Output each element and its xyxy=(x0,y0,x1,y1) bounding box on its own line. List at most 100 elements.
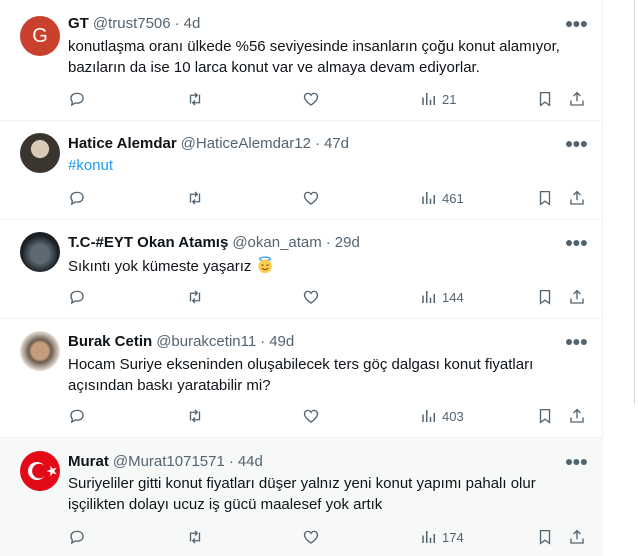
tweet-header: GT @trust7506 · 4d xyxy=(68,13,200,33)
bookmark-button[interactable] xyxy=(536,188,554,208)
bookmark-button[interactable] xyxy=(536,527,554,547)
retweet-button[interactable] xyxy=(186,89,204,109)
share-icon xyxy=(570,529,584,544)
tweet-text: konutlaşma oranı ülkede %56 seviyesinde … xyxy=(68,36,588,78)
avatar[interactable]: G xyxy=(20,16,60,56)
views-count: 403 xyxy=(442,408,464,424)
tweet-actions: 144 xyxy=(68,287,588,307)
reply-icon xyxy=(70,530,84,545)
retweet-icon xyxy=(189,92,201,106)
timestamp[interactable]: 44d xyxy=(238,453,263,470)
views-count: 21 xyxy=(442,91,457,107)
bookmark-button[interactable] xyxy=(536,406,554,426)
share-button[interactable] xyxy=(568,406,586,426)
author-handle[interactable]: @Murat1071571 xyxy=(113,453,225,470)
views-chart-icon xyxy=(422,291,435,303)
timestamp[interactable]: 29d xyxy=(335,234,360,251)
tweet-text-line: konutlaşma oranı ülkede %56 seviyesinde … xyxy=(68,38,560,55)
author-name[interactable]: T.C-#EYT Okan Atamış xyxy=(68,234,228,251)
bookmark-icon xyxy=(539,91,551,107)
author-handle[interactable]: @burakcetin11 xyxy=(156,333,256,350)
views-button[interactable]: 403 xyxy=(420,406,464,426)
like-button[interactable] xyxy=(302,287,320,307)
heart-icon xyxy=(303,530,319,544)
views-button[interactable]: 21 xyxy=(420,89,456,109)
like-button[interactable] xyxy=(302,89,320,109)
views-chart-icon xyxy=(422,192,435,204)
share-button[interactable] xyxy=(568,527,586,547)
tweet[interactable]: Burak Cetin @burakcetin11 · 49d ●●● Hoca… xyxy=(0,319,603,438)
views-button[interactable]: 144 xyxy=(420,287,464,307)
avatar[interactable] xyxy=(20,331,60,371)
more-options-icon[interactable]: ●●● xyxy=(565,232,588,252)
retweet-icon xyxy=(189,530,201,544)
author-name[interactable]: GT xyxy=(68,15,89,32)
heart-icon xyxy=(303,92,319,106)
share-button[interactable] xyxy=(568,89,586,109)
like-button[interactable] xyxy=(302,527,320,547)
more-options-icon[interactable]: ●●● xyxy=(565,331,588,351)
bookmark-button[interactable] xyxy=(536,89,554,109)
like-button[interactable] xyxy=(302,406,320,426)
retweet-button[interactable] xyxy=(186,188,204,208)
author-handle[interactable]: @okan_atam xyxy=(232,234,321,251)
heart-icon xyxy=(303,191,319,205)
share-icon xyxy=(570,190,584,205)
bookmark-icon xyxy=(539,529,551,545)
reply-button[interactable] xyxy=(68,287,86,307)
reply-icon xyxy=(70,191,84,206)
tweet-actions: 403 xyxy=(68,406,588,426)
author-handle[interactable]: @trust7506 xyxy=(93,15,171,32)
tweet-header: T.C-#EYT Okan Atamış @okan_atam · 29d xyxy=(68,232,360,252)
retweet-button[interactable] xyxy=(186,406,204,426)
avatar[interactable] xyxy=(20,133,60,173)
retweet-button[interactable] xyxy=(186,287,204,307)
timestamp[interactable]: 49d xyxy=(269,333,294,350)
retweet-icon xyxy=(189,290,201,304)
views-chart-icon xyxy=(422,531,435,543)
reply-button[interactable] xyxy=(68,188,86,208)
bookmark-icon xyxy=(539,289,551,305)
views-button[interactable]: 174 xyxy=(420,527,464,547)
share-button[interactable] xyxy=(568,188,586,208)
tweet-actions: 21 xyxy=(68,89,588,109)
tweet[interactable]: Murat @Murat1071571 · 44d ●●● Suriyelile… xyxy=(0,438,603,556)
tweet[interactable]: G GT @trust7506 · 4d ●●● konutlaşma oran… xyxy=(0,0,603,121)
views-chart-icon xyxy=(422,93,435,105)
reply-icon xyxy=(70,409,84,424)
reply-button[interactable] xyxy=(68,527,86,547)
bookmark-button[interactable] xyxy=(536,287,554,307)
more-options-icon[interactable]: ●●● xyxy=(565,133,588,153)
views-button[interactable]: 461 xyxy=(420,188,464,208)
like-button[interactable] xyxy=(302,188,320,208)
views-chart-icon xyxy=(422,410,435,422)
hashtag-link[interactable]: #konut xyxy=(68,155,588,176)
tweet[interactable]: T.C-#EYT Okan Atamış @okan_atam · 29d ●●… xyxy=(0,220,603,319)
tweet-header: Hatice Alemdar @HaticeAlemdar12 · 47d xyxy=(68,133,349,153)
reply-button[interactable] xyxy=(68,406,86,426)
scrollbar[interactable] xyxy=(631,0,638,556)
author-name[interactable]: Hatice Alemdar xyxy=(68,135,177,152)
more-options-icon[interactable]: ●●● xyxy=(565,13,588,33)
timestamp[interactable]: 47d xyxy=(324,135,349,152)
author-name[interactable]: Murat xyxy=(68,453,109,470)
avatar[interactable] xyxy=(20,451,60,491)
retweet-icon xyxy=(189,409,201,423)
timeline-feed: G GT @trust7506 · 4d ●●● konutlaşma oran… xyxy=(0,0,603,556)
views-count: 461 xyxy=(442,190,464,206)
author-handle[interactable]: @HaticeAlemdar12 xyxy=(181,135,311,152)
author-name[interactable]: Burak Cetin xyxy=(68,333,152,350)
heart-icon xyxy=(303,290,319,304)
share-button[interactable] xyxy=(568,287,586,307)
avatar[interactable] xyxy=(20,232,60,272)
tweet-text-line: Sıkıntı yok kümeste yaşarız xyxy=(68,258,252,275)
bookmark-icon xyxy=(539,190,551,206)
reply-button[interactable] xyxy=(68,89,86,109)
tweet-text-line: bazıların da ise 10 larca konut var ve a… xyxy=(68,59,480,76)
retweet-button[interactable] xyxy=(186,527,204,547)
tweet-text: Sıkıntı yok kümeste yaşarız xyxy=(68,256,588,277)
timestamp[interactable]: 4d xyxy=(184,15,201,32)
tweet[interactable]: Hatice Alemdar @HaticeAlemdar12 · 47d ●●… xyxy=(0,121,603,220)
reply-icon xyxy=(70,290,84,305)
more-options-icon[interactable]: ●●● xyxy=(565,451,588,471)
